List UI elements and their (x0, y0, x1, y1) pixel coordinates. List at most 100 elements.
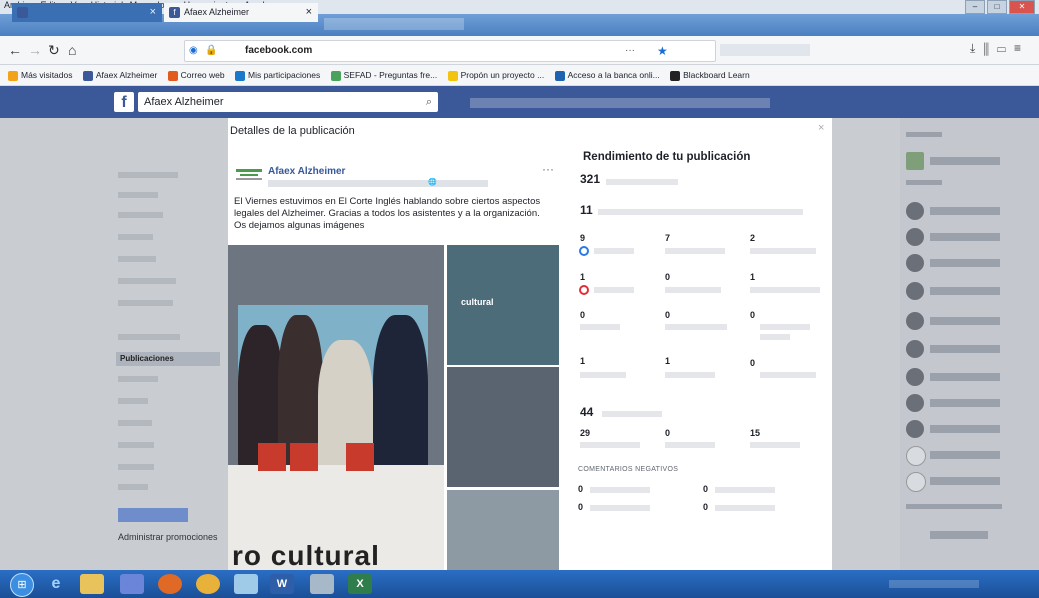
file-explorer-icon[interactable] (80, 574, 104, 594)
avatar (906, 228, 924, 246)
bookmark-item[interactable]: Mis participaciones (234, 65, 320, 85)
page-name-link[interactable]: Afaex Alzheimer (268, 166, 345, 177)
sidebar-item[interactable] (118, 192, 158, 198)
window-controls: – □ ✕ (965, 0, 1035, 14)
sidebar-item[interactable] (118, 376, 158, 382)
contact-name (930, 531, 988, 539)
stat-label (760, 372, 816, 378)
reload-icon[interactable]: ↻ (48, 42, 60, 59)
forward-icon[interactable]: → (28, 42, 42, 58)
facebook-icon (82, 70, 93, 81)
sidebar-item[interactable] (118, 256, 156, 262)
facebook-logo-icon[interactable]: f (114, 92, 134, 112)
post-photo-4[interactable] (447, 490, 559, 570)
lock-icon: 🔒 (205, 45, 218, 56)
bank-icon (554, 70, 565, 81)
folder-icon[interactable] (234, 574, 258, 594)
stat-label (590, 487, 650, 493)
stat-label (594, 287, 634, 293)
home-icon[interactable]: ⌂ (68, 42, 76, 58)
post-photo-main[interactable] (228, 245, 444, 570)
download-icon[interactable]: ⤓ (970, 41, 983, 55)
search-icon[interactable]: ⌕ (426, 92, 432, 112)
maximize-button[interactable]: □ (987, 0, 1007, 14)
minimize-button[interactable]: – (965, 0, 985, 14)
bookmark-item[interactable]: Más visitados (8, 65, 73, 85)
firefox-icon[interactable] (158, 574, 182, 594)
reactions-label (598, 209, 803, 215)
stat-value: 0 (580, 310, 586, 320)
sidebar-item[interactable] (118, 234, 153, 240)
contact-name (930, 477, 1000, 485)
close-icon[interactable]: × (818, 122, 824, 134)
stat-label (580, 442, 640, 448)
page-actions-icon[interactable]: ··· (625, 41, 635, 61)
post-options-icon[interactable]: ··· (542, 162, 554, 176)
stat-value: 0 (665, 428, 671, 438)
word-icon[interactable]: W (270, 574, 294, 594)
excel-icon[interactable]: X (348, 574, 372, 594)
stat-label (665, 324, 727, 330)
sidebar-item[interactable] (118, 484, 148, 490)
tab-active[interactable]: f Afaex Alzheimer × (164, 3, 318, 22)
bookmark-item[interactable]: SEFAD - Preguntas fre... (330, 65, 437, 85)
close-tab-icon[interactable]: × (150, 3, 156, 22)
facebook-nav-blurred (470, 98, 770, 108)
system-tray (889, 580, 979, 588)
stat-value: 0 (578, 502, 584, 512)
avatar (906, 282, 924, 300)
search-value: Afaex Alzheimer (144, 96, 224, 108)
clicks-total: 44 (580, 405, 594, 419)
sidebar-item[interactable] (118, 334, 180, 340)
bookmark-item[interactable]: Propón un proyecto ... (447, 65, 544, 85)
bookmark-item[interactable]: Blackboard Learn (670, 65, 750, 85)
menu-icon[interactable]: ≡ (1014, 41, 1029, 55)
sidebar-item[interactable] (118, 464, 154, 470)
promote-button[interactable] (118, 508, 188, 522)
avatar (906, 152, 924, 170)
close-tab-icon[interactable]: × (306, 3, 312, 22)
media-icon[interactable] (120, 574, 144, 594)
bookmark-item[interactable]: Afaex Alzheimer (82, 65, 157, 85)
shield-icon: ◉ (189, 45, 198, 56)
sidebar-item[interactable] (118, 398, 148, 404)
url-bar[interactable]: ◉ 🔒 facebook.com ··· ★ (184, 40, 716, 62)
bookmark-item[interactable]: Correo web (167, 65, 225, 85)
stat-label (665, 287, 721, 293)
stat-value: 0 (750, 358, 756, 368)
post-text: El Viernes estuvimos en El Corte Inglés … (234, 196, 541, 231)
facebook-favicon-icon: f (169, 7, 180, 18)
internet-explorer-icon[interactable]: e (44, 574, 68, 594)
sidebar-item[interactable] (118, 442, 154, 448)
sidebar-item[interactable] (118, 172, 178, 178)
post-photo-3[interactable] (447, 367, 559, 487)
sidebar-icon[interactable]: ▭ (997, 41, 1014, 55)
stat-value: 29 (580, 428, 591, 438)
bookmark-star-icon[interactable]: ★ (657, 41, 668, 61)
contact-name (930, 425, 1000, 433)
facebook-search-input[interactable]: Afaex Alzheimer ⌕ (138, 92, 438, 112)
stat-label (580, 372, 626, 378)
tab-inactive[interactable]: × (12, 3, 162, 22)
sidebar-item[interactable] (118, 212, 163, 218)
sidebar-item[interactable] (118, 420, 152, 426)
chrome-icon[interactable] (196, 574, 220, 594)
photo-bag (346, 443, 374, 471)
app-icon[interactable] (310, 574, 334, 594)
search-box[interactable] (720, 44, 810, 56)
photo-bag (258, 443, 286, 471)
sidebar-item[interactable] (118, 278, 176, 284)
admin-promotions-link[interactable]: Administrar promociones (118, 532, 218, 542)
post-photo-2[interactable]: cultural (447, 245, 559, 365)
avatar (906, 254, 924, 272)
close-window-button[interactable]: ✕ (1009, 0, 1035, 14)
stat-label (760, 334, 790, 340)
bookmark-item[interactable]: Acceso a la banca onli... (554, 65, 660, 85)
sidebar-item[interactable] (118, 300, 173, 306)
start-button-icon[interactable]: ⊞ (10, 573, 34, 597)
bookmarks-bar: Más visitados Afaex Alzheimer Correo web… (0, 65, 1039, 86)
sidebar-item-publicaciones[interactable]: Publicaciones (116, 352, 220, 366)
stat-value: 0 (703, 484, 709, 494)
back-icon[interactable]: ← (8, 42, 22, 58)
library-icon[interactable]: ⫼ (983, 41, 997, 55)
